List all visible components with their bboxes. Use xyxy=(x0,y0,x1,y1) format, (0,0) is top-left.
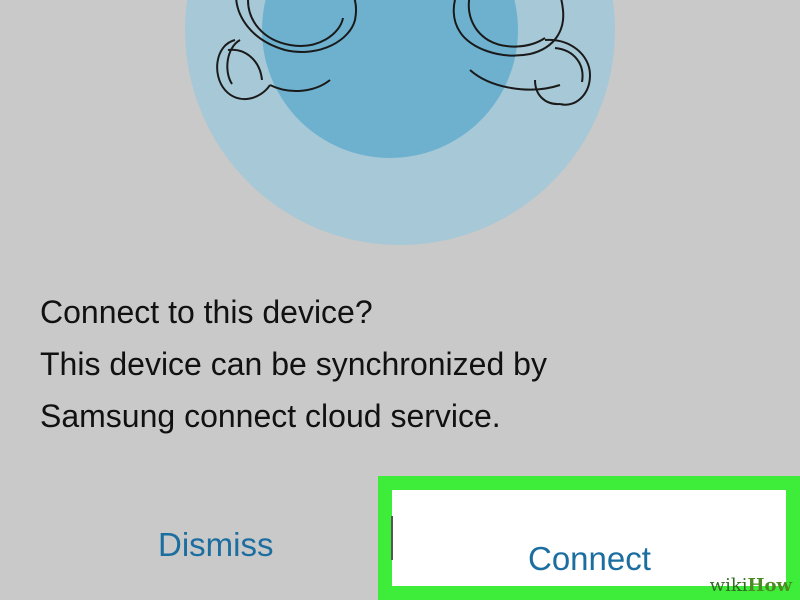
dialog-body-line1: This device can be synchronized by xyxy=(40,346,547,382)
watermark-part1: wiki xyxy=(709,575,748,596)
watermark-logo: wikiHow xyxy=(710,575,792,596)
button-divider xyxy=(391,516,393,560)
earbuds-illustration xyxy=(185,0,615,245)
dialog-message: Connect to this device? This device can … xyxy=(40,286,740,442)
watermark-part2: How xyxy=(747,575,792,596)
dialog-title: Connect to this device? xyxy=(40,294,373,330)
connect-dialog-screen: Connect to this device? This device can … xyxy=(0,0,800,600)
dismiss-button[interactable]: Dismiss xyxy=(158,522,298,568)
connect-button-label: Connect xyxy=(528,540,651,577)
dialog-body-line2: Samsung connect cloud service. xyxy=(40,398,501,434)
